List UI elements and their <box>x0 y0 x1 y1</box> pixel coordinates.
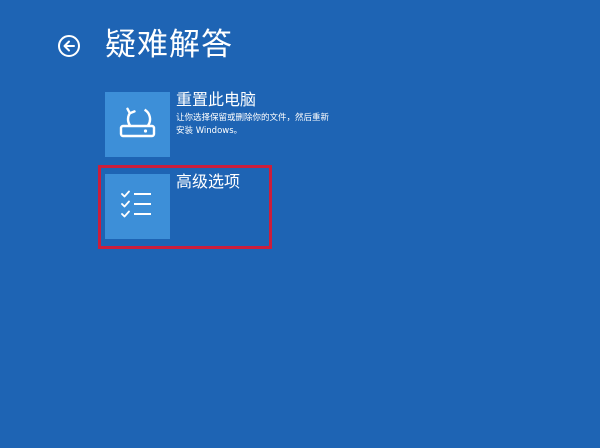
option-description: 让你选择保留或删除你的文件，然后重新安装 Windows。 <box>176 113 330 136</box>
page-title: 疑难解答 <box>105 27 233 63</box>
highlight-box <box>98 165 272 249</box>
refresh-drive-icon <box>119 107 156 138</box>
back-button[interactable] <box>58 35 80 57</box>
option-title: 重置此电脑 <box>176 90 257 109</box>
back-arrow-icon <box>63 40 75 52</box>
option-tile <box>105 92 170 157</box>
option-reset-this-pc[interactable]: 重置此电脑 让你选择保留或删除你的文件，然后重新安装 Windows。 <box>105 90 335 158</box>
